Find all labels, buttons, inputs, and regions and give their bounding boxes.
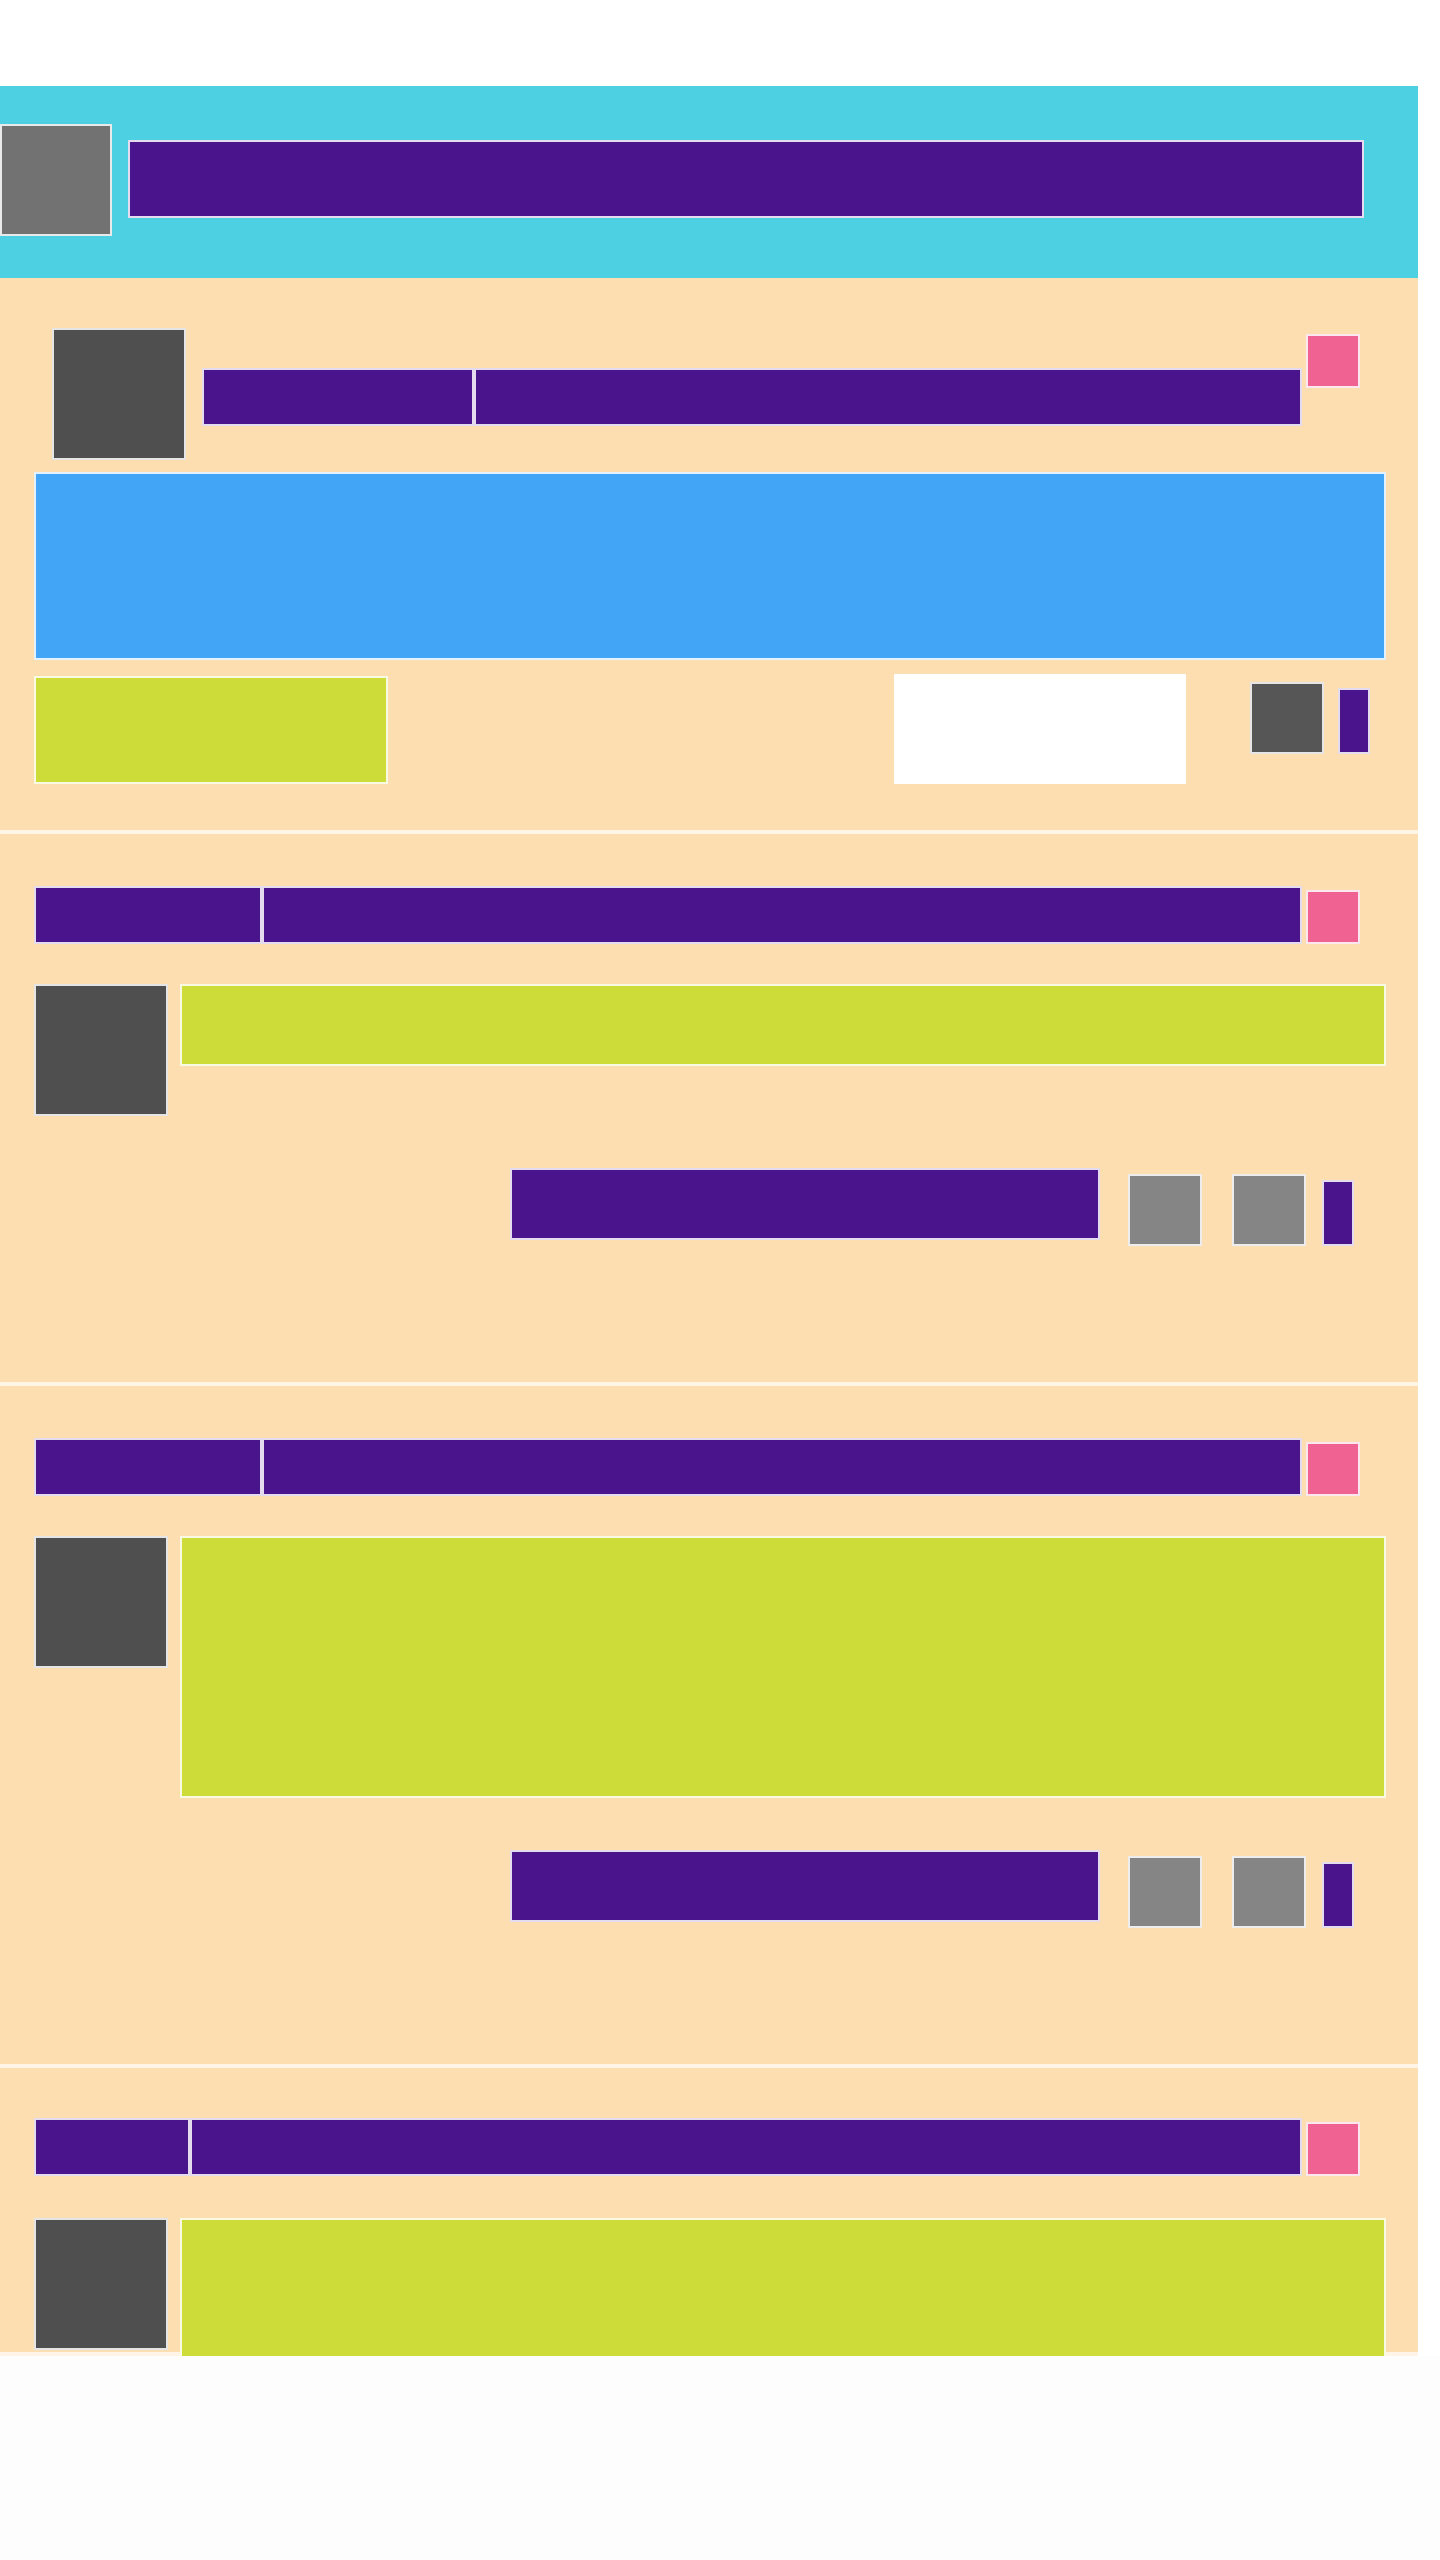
share-icon[interactable] <box>1250 682 1324 754</box>
feed-card-4 <box>0 2068 1418 2356</box>
card-headline[interactable] <box>262 1438 1302 1496</box>
card-headline[interactable] <box>262 886 1302 944</box>
bottom-blank-area <box>0 2356 1440 2560</box>
card-author[interactable] <box>34 886 262 944</box>
card-media[interactable] <box>34 472 1386 660</box>
header-title <box>128 140 1364 218</box>
card-avatar-icon[interactable] <box>34 2218 168 2350</box>
more-icon[interactable] <box>1322 1180 1354 1246</box>
header-avatar-icon[interactable] <box>0 124 112 236</box>
action-label[interactable] <box>510 1850 1100 1922</box>
feed[interactable] <box>0 278 1418 2356</box>
badge-icon[interactable] <box>1306 334 1360 388</box>
badge-icon[interactable] <box>1306 890 1360 944</box>
like-icon[interactable] <box>1128 1174 1202 1246</box>
card-body <box>180 2218 1386 2356</box>
screen <box>0 0 1440 2560</box>
feed-card-3 <box>0 1386 1418 2068</box>
card-body <box>180 1536 1386 1798</box>
feed-card-2 <box>0 834 1418 1386</box>
share-icon[interactable] <box>1232 1174 1306 1246</box>
card-author[interactable] <box>34 1438 262 1496</box>
card-body <box>180 984 1386 1066</box>
card-headline[interactable] <box>190 2118 1302 2176</box>
card-author[interactable] <box>202 368 474 426</box>
action-label[interactable] <box>510 1168 1100 1240</box>
footer-chip[interactable] <box>34 676 388 784</box>
card-headline[interactable] <box>474 368 1302 426</box>
card-avatar-icon[interactable] <box>52 328 186 460</box>
feed-card-1 <box>0 278 1418 834</box>
card-avatar-icon[interactable] <box>34 1536 168 1668</box>
white-placeholder <box>894 674 1186 784</box>
like-icon[interactable] <box>1128 1856 1202 1928</box>
badge-icon[interactable] <box>1306 1442 1360 1496</box>
top-app-bar <box>0 86 1418 278</box>
card-avatar-icon[interactable] <box>34 984 168 1116</box>
more-icon[interactable] <box>1322 1862 1354 1928</box>
badge-icon[interactable] <box>1306 2122 1360 2176</box>
card-author[interactable] <box>34 2118 190 2176</box>
share-icon[interactable] <box>1232 1856 1306 1928</box>
more-icon[interactable] <box>1338 688 1370 754</box>
